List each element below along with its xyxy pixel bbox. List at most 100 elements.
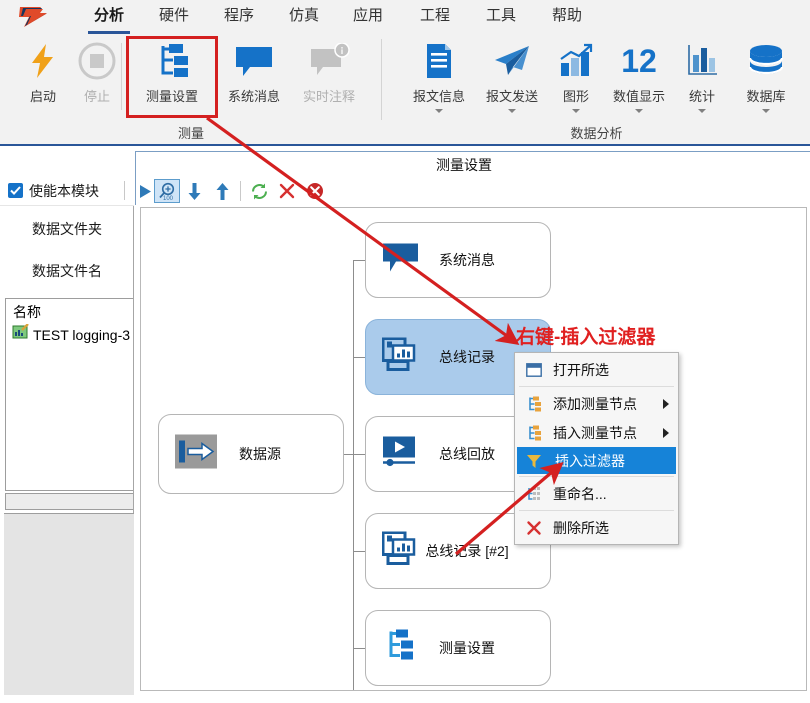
left-panel-spacer: [0, 146, 134, 176]
menu-item-open-selected[interactable]: 打开所选: [515, 355, 678, 384]
chevron-down-icon[interactable]: [635, 109, 643, 113]
x-red-icon[interactable]: [273, 178, 301, 204]
ribbon-group-title: 测量: [0, 123, 382, 142]
ribbon-button-system-messages[interactable]: 系统消息: [218, 37, 290, 115]
tab-帮助[interactable]: 帮助: [544, 4, 590, 32]
ribbon-button-live-comment[interactable]: 实时注释: [293, 37, 365, 115]
tab-工具[interactable]: 工具: [478, 4, 524, 32]
chevron-down-icon[interactable]: [698, 109, 706, 113]
data-filename-field[interactable]: 数据文件名: [0, 250, 134, 292]
ribbon-button-label: 数值显示: [613, 86, 665, 105]
menu-item-insert-filter[interactable]: 插入过滤器: [517, 447, 676, 474]
file-list[interactable]: 名称 TEST logging-3: [5, 298, 133, 491]
data-folder-field[interactable]: 数据文件夹: [0, 208, 134, 250]
tree-node-system-messages[interactable]: 系统消息: [365, 222, 551, 298]
menu-item-label: 打开所选: [553, 360, 609, 380]
callout-text: 右键-插入过滤器: [516, 322, 655, 349]
ribbon-button-stop[interactable]: 停止: [66, 37, 128, 115]
add-node-icon: [525, 395, 543, 413]
bus-logging-icon: [382, 532, 418, 571]
data-source-icon: [175, 435, 217, 474]
ribbon-button-measurement-setup[interactable]: 测量设置: [131, 37, 213, 115]
chevron-down-icon[interactable]: [508, 109, 516, 113]
menu-item-label: 插入过滤器: [555, 451, 625, 471]
ribbon-button-label: 实时注释: [303, 86, 355, 105]
arrow-down-icon[interactable]: [180, 178, 208, 204]
tree-branch-0: [353, 260, 365, 261]
refresh-icon[interactable]: [245, 178, 273, 204]
menu-item-insert-measurement-node[interactable]: 插入测量节点: [515, 418, 678, 447]
tree-branch-1: [353, 357, 365, 358]
ribbon-button-start[interactable]: 启动: [12, 37, 74, 115]
tab-应用[interactable]: 应用: [345, 4, 391, 32]
filter-icon: [525, 452, 543, 470]
speech-bubble-icon: [233, 39, 275, 83]
play-icon[interactable]: [136, 178, 154, 204]
ribbon-group-measure: 测量 启动 停止: [0, 33, 382, 144]
rename-icon: [525, 485, 543, 503]
chevron-down-icon[interactable]: [762, 109, 770, 113]
menu-item-add-measurement-node[interactable]: 添加测量节点: [515, 389, 678, 418]
chevron-down-icon[interactable]: [572, 109, 580, 113]
tab-硬件[interactable]: 硬件: [151, 4, 197, 32]
ribbon-button-database[interactable]: 数据库: [735, 37, 797, 115]
ribbon-button-label: 停止: [84, 86, 110, 105]
inner-separator: [121, 43, 122, 110]
data-folder-label: 数据文件夹: [32, 219, 102, 239]
ribbon-button-statistics[interactable]: 统计: [677, 37, 727, 115]
arrow-up-icon[interactable]: [208, 178, 236, 204]
document-lines-icon: [423, 39, 455, 83]
ribbon-button-label: 统计: [689, 86, 715, 105]
panel-toolbar: 100: [135, 177, 810, 205]
tab-分析[interactable]: 分析: [86, 4, 132, 32]
tab-label: 仿真: [289, 7, 319, 24]
tab-工程[interactable]: 工程: [412, 4, 458, 32]
bar-chart-icon: [685, 39, 719, 83]
measurement-tree-canvas[interactable]: 数据源 系统消息: [140, 207, 807, 691]
number-12-icon: 12: [621, 39, 657, 83]
ribbon-button-label: 图形: [563, 86, 589, 105]
check-icon[interactable]: [8, 183, 23, 198]
menu-separator: [519, 386, 674, 387]
zoom-100-icon[interactable]: 100: [154, 179, 180, 203]
menu-item-label: 重命名...: [553, 484, 607, 504]
ribbon-button-message-send[interactable]: 报文发送: [476, 37, 548, 115]
tree-node-data-source[interactable]: 数据源: [158, 414, 344, 494]
tab-label: 工具: [486, 7, 516, 24]
chart-file-icon: [12, 324, 29, 345]
tab-程序[interactable]: 程序: [216, 4, 262, 32]
tree-branch-2: [353, 454, 365, 455]
ribbon-button-graph[interactable]: 图形: [551, 37, 601, 115]
enable-module-row[interactable]: 使能本模块: [0, 176, 134, 206]
delete-circle-icon[interactable]: [301, 178, 329, 204]
ribbon-button-numeric-display[interactable]: 12 数值显示: [603, 37, 675, 115]
ribbon-button-message-info[interactable]: 报文信息: [403, 37, 475, 115]
menu-item-label: 插入测量节点: [553, 423, 637, 443]
chevron-right-icon: [663, 399, 669, 409]
ribbon-body: 测量 启动 停止: [0, 33, 810, 144]
menu-item-label: 删除所选: [553, 518, 609, 538]
menu-item-rename[interactable]: 重命名...: [515, 479, 678, 508]
chevron-down-icon[interactable]: [435, 109, 443, 113]
ribbon-button-label: 报文信息: [413, 86, 465, 105]
left-panel-strip: [5, 493, 133, 510]
tree-node-measurement-setup[interactable]: 测量设置: [365, 610, 551, 686]
database-icon: [746, 39, 786, 83]
menu-item-label: 添加测量节点: [553, 394, 637, 414]
stop-icon: [77, 39, 117, 83]
tab-仿真[interactable]: 仿真: [281, 4, 327, 32]
menu-item-delete-selected[interactable]: 删除所选: [515, 513, 678, 542]
bus-logging-icon: [382, 338, 418, 377]
tab-label: 帮助: [552, 7, 582, 24]
list-item[interactable]: TEST logging-3: [6, 324, 133, 345]
menu-separator: [519, 510, 674, 511]
file-name: TEST logging-3: [33, 327, 130, 343]
insert-node-icon: [525, 424, 543, 442]
page-title: 测量设置: [436, 155, 492, 175]
open-window-icon: [525, 361, 543, 379]
enable-module-label: 使能本模块: [29, 181, 99, 201]
context-menu[interactable]: 打开所选 添加测量节点 插入测量节点: [514, 352, 679, 545]
bus-replay-icon: [382, 436, 418, 473]
tab-label: 应用: [353, 7, 383, 24]
ribbon-button-label: 系统消息: [228, 86, 280, 105]
